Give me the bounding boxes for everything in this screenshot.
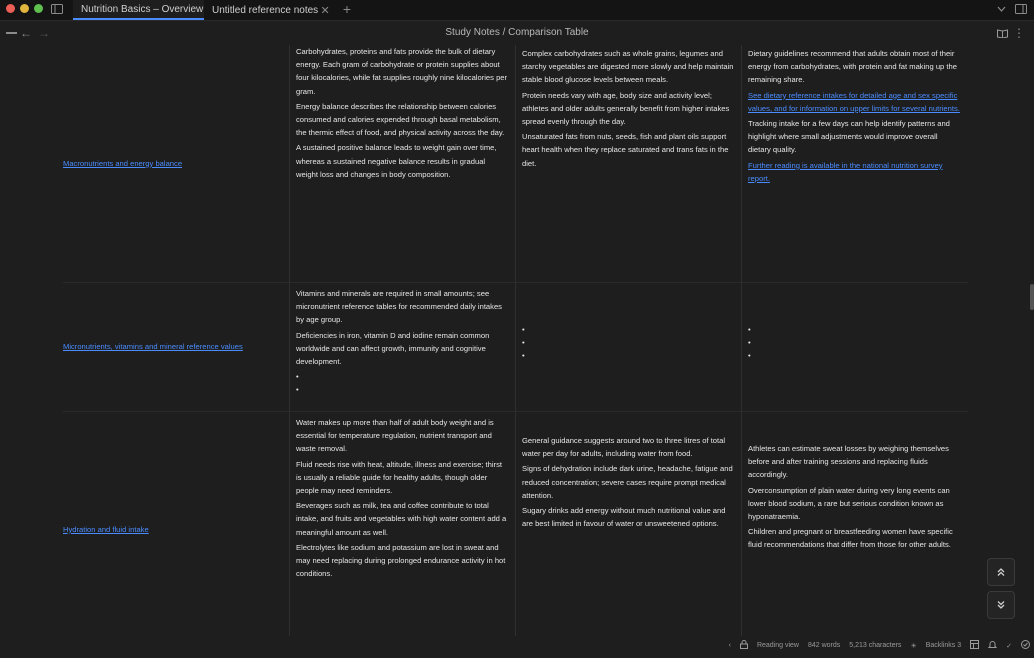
cell-link[interactable]: See dietary reference intakes for detail…	[748, 89, 962, 115]
bullet-list: • • •	[748, 323, 962, 363]
cell-paragraph: Protein needs vary with age, body size a…	[522, 90, 730, 127]
sun-icon[interactable]: ☀	[910, 642, 916, 650]
table-cell: • • •	[741, 283, 968, 412]
chevron-left-icon[interactable]: ‹	[729, 642, 731, 649]
tab-title: Untitled reference notes	[212, 4, 319, 16]
nav-bar: ← → Study Notes / Comparison Table ⋮	[0, 21, 1034, 45]
double-chevron-up-icon	[997, 568, 1005, 576]
document-content: Macronutrients and energy balance Carboh…	[0, 45, 1034, 647]
more-options-icon[interactable]: ⋮	[1013, 26, 1025, 40]
row-label-link[interactable]: Micronutrients, vitamins and mineral ref…	[63, 340, 243, 353]
table-cell: Dietary guidelines recommend that adults…	[741, 45, 968, 283]
cell-paragraph: Deficiencies in iron, vitamin D and iodi…	[296, 330, 490, 367]
list-item: •	[296, 385, 299, 395]
status-items: ‹ Reading view 842 words 5,213 character…	[729, 640, 1030, 651]
bell-icon[interactable]	[987, 640, 998, 651]
status-backlinks[interactable]: Backlinks 3	[926, 642, 961, 649]
tab-active[interactable]: Nutrition Basics – Overview ✕	[73, 0, 204, 20]
maximize-window-button[interactable]	[34, 4, 43, 13]
cell-paragraph: Energy balance describes the relationshi…	[296, 101, 505, 138]
list-item: •	[522, 325, 525, 334]
tab-title: Nutrition Basics – Overview	[81, 3, 204, 15]
table-cell: • • •	[515, 283, 741, 412]
right-sidebar-toggle-icon[interactable]	[1014, 2, 1028, 16]
close-window-button[interactable]	[6, 4, 15, 13]
minimize-window-button[interactable]	[20, 4, 29, 13]
cell-paragraph: Unsaturated fats from nuts, seeds, fish …	[522, 132, 729, 168]
bullet-list: • •	[296, 370, 509, 396]
layout-icon[interactable]	[970, 640, 980, 651]
new-tab-icon[interactable]: +	[340, 2, 354, 16]
close-icon[interactable]: ✕	[318, 4, 332, 17]
sync-status-icon[interactable]	[1021, 640, 1030, 651]
chevron-down-icon[interactable]	[994, 2, 1008, 16]
list-item: •	[748, 325, 751, 334]
list-item: •	[522, 351, 525, 361]
document-title[interactable]: Study Notes / Comparison Table	[0, 27, 1034, 38]
book-open-icon[interactable]	[995, 26, 1009, 40]
list-item: •	[522, 338, 525, 348]
cell-paragraph: Dietary guidelines recommend that adults…	[748, 49, 957, 85]
scroll-to-bottom-button[interactable]	[987, 591, 1015, 619]
cell-paragraph: Beverages such as milk, tea and coffee c…	[296, 501, 507, 537]
cell-link[interactable]: Further reading is available in the nati…	[748, 159, 962, 185]
table-cell: Vitamins and minerals are required in sm…	[289, 283, 515, 412]
row-label-cell: Hydration and fluid intake	[63, 412, 289, 647]
status-view-mode[interactable]: Reading view	[757, 642, 799, 649]
scrollbar-thumb[interactable]	[1030, 284, 1034, 310]
cell-paragraph: Tracking intake for a few days can help …	[748, 119, 950, 155]
list-item: •	[748, 351, 751, 361]
table-cell: General guidance suggests around two to …	[515, 412, 741, 647]
status-bar: ‹ Reading view 842 words 5,213 character…	[0, 636, 1034, 658]
sidebar-toggle-icon[interactable]	[50, 2, 64, 16]
tab-inactive[interactable]: Untitled reference notes ✕	[204, 0, 332, 20]
double-chevron-down-icon	[997, 601, 1005, 609]
row-label-cell: Macronutrients and energy balance	[63, 45, 289, 283]
bullet-list: • • •	[522, 323, 735, 363]
row-label-link[interactable]: Hydration and fluid intake	[63, 523, 149, 536]
comparison-table: Macronutrients and energy balance Carboh…	[63, 45, 968, 647]
lock-icon[interactable]	[739, 640, 748, 651]
check-icon[interactable]: ✓	[1006, 642, 1012, 650]
cell-paragraph: Athletes can estimate sweat losses by we…	[748, 444, 949, 480]
cell-paragraph: Electrolytes like sodium and potassium a…	[296, 542, 506, 579]
table-cell: Carbohydrates, proteins and fats provide…	[289, 45, 515, 283]
cell-paragraph: Overconsumption of plain water during ve…	[748, 485, 950, 522]
table-cell: Water makes up more than half of adult b…	[289, 412, 515, 647]
cell-paragraph: Complex carbohydrates such as whole grai…	[522, 49, 734, 85]
cell-paragraph: Children and pregnant or breastfeeding w…	[748, 527, 953, 550]
status-char-count: 5,213 characters	[849, 642, 902, 649]
cell-paragraph: Vitamins and minerals are required in sm…	[296, 289, 502, 325]
cell-paragraph: Carbohydrates, proteins and fats provide…	[296, 47, 508, 96]
row-label-cell: Micronutrients, vitamins and mineral ref…	[63, 283, 289, 412]
title-bar: Nutrition Basics – Overview ✕ Untitled r…	[0, 0, 1034, 21]
list-item: •	[296, 372, 299, 382]
scroll-to-top-button[interactable]	[987, 558, 1015, 586]
cell-paragraph: Signs of dehydration include dark urine,…	[522, 464, 733, 500]
cell-paragraph: Water makes up more than half of adult b…	[296, 418, 494, 454]
cell-paragraph: A sustained positive balance leads to we…	[296, 143, 497, 179]
cell-paragraph: Sugary drinks add energy without much nu…	[522, 506, 726, 529]
table-cell: Complex carbohydrates such as whole grai…	[515, 45, 741, 283]
cell-paragraph: General guidance suggests around two to …	[522, 436, 726, 459]
status-word-count: 842 words	[807, 642, 841, 649]
table-cell: Athletes can estimate sweat losses by we…	[741, 412, 968, 647]
row-label-link[interactable]: Macronutrients and energy balance	[63, 157, 182, 170]
cell-paragraph: Fluid needs rise with heat, altitude, il…	[296, 459, 502, 496]
list-item: •	[748, 338, 751, 348]
